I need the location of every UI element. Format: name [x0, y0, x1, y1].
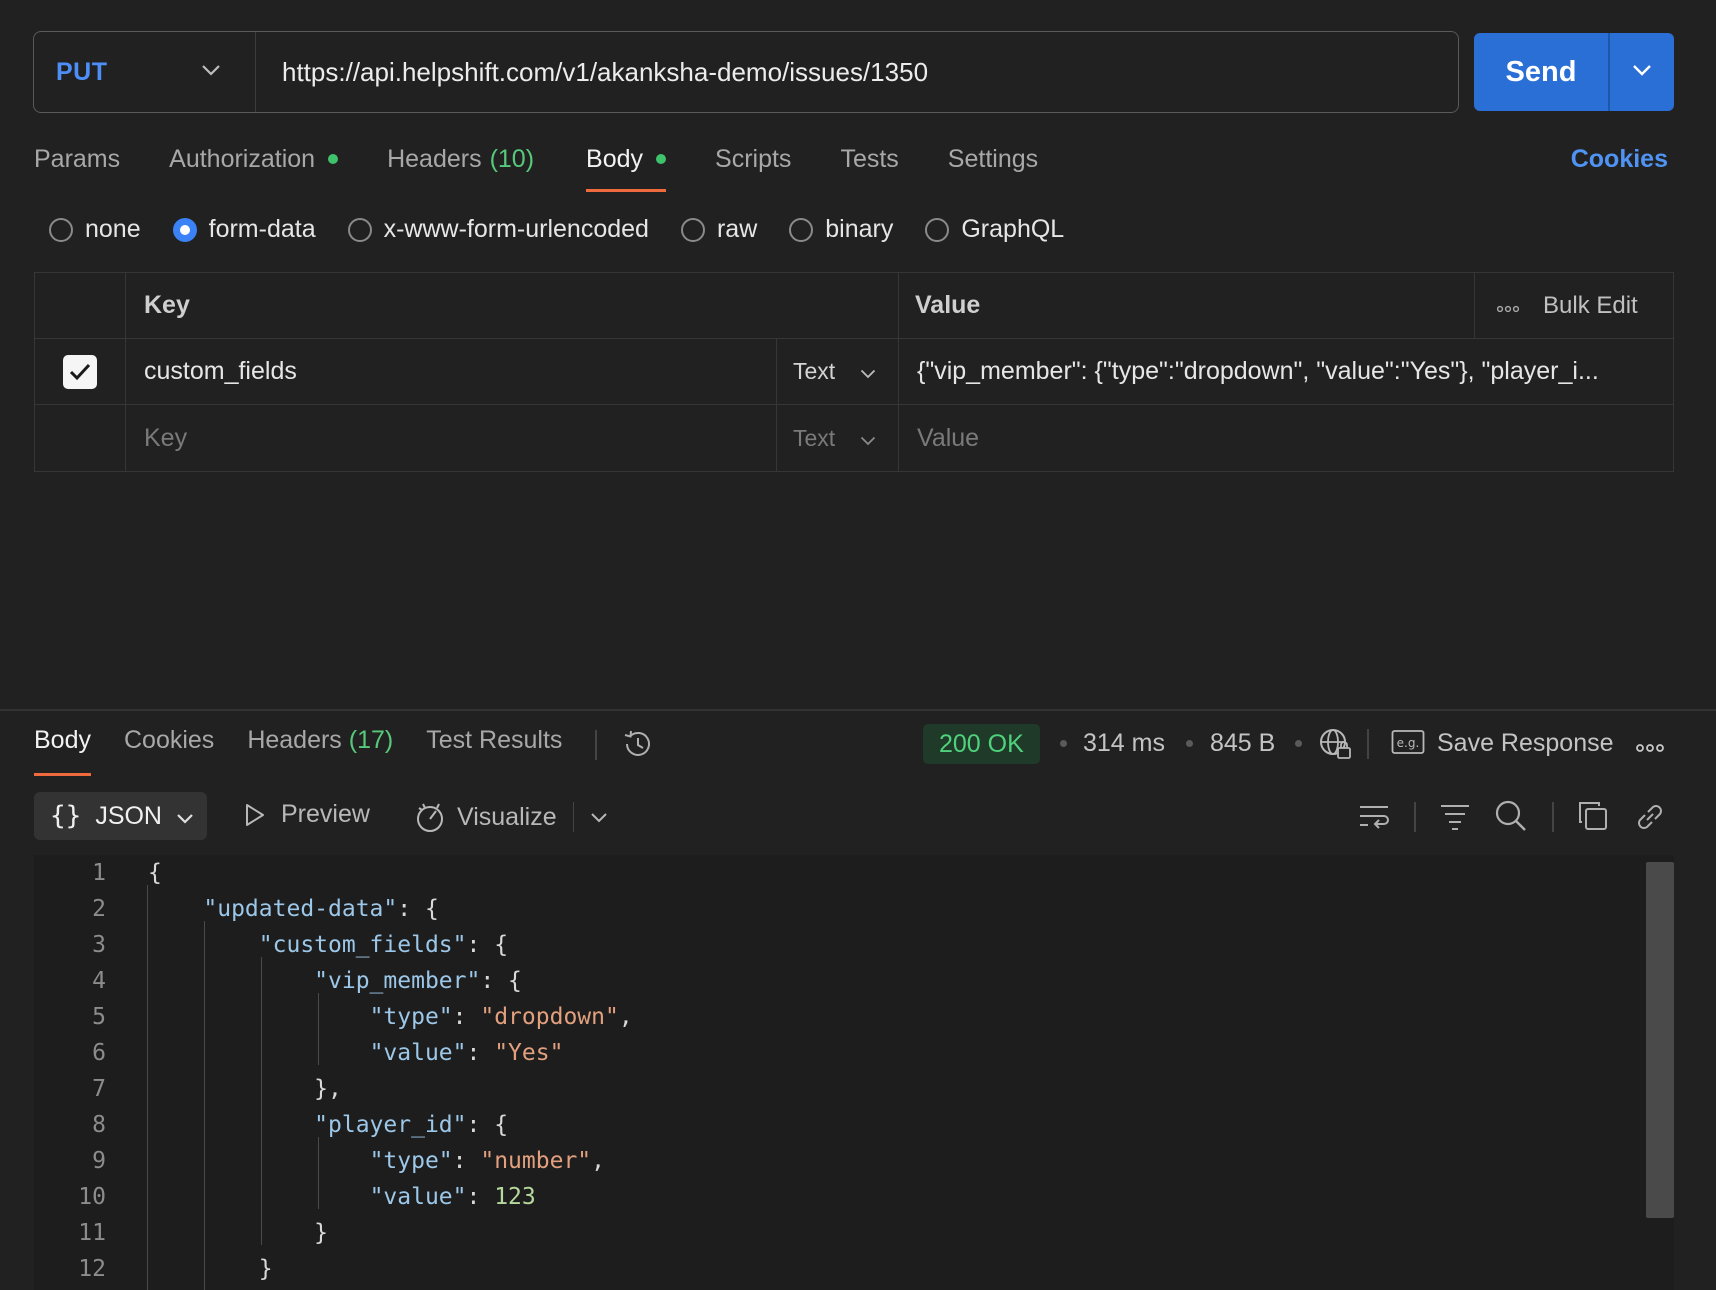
- indent-guide: [261, 957, 262, 1245]
- separator: [595, 730, 597, 760]
- body-type-radios: none form-data x-www-form-urlencoded raw…: [49, 215, 1096, 244]
- indent-guide: [318, 993, 319, 1065]
- preview-button[interactable]: Preview: [243, 800, 370, 829]
- tab-response-headers[interactable]: Headers (17): [247, 726, 393, 776]
- tab-body[interactable]: Body: [586, 140, 667, 192]
- send-button-group: Send: [1474, 33, 1674, 111]
- method-label: PUT: [56, 57, 108, 86]
- link-icon[interactable]: [1633, 800, 1667, 839]
- copy-icon[interactable]: [1577, 800, 1609, 837]
- search-icon[interactable]: [1494, 799, 1528, 838]
- bulk-edit-button[interactable]: Bulk Edit: [1543, 292, 1638, 320]
- method-select[interactable]: PUT: [34, 32, 256, 112]
- radio-binary[interactable]: binary: [789, 215, 893, 244]
- radio-raw[interactable]: raw: [680, 215, 757, 244]
- key-input[interactable]: Key: [126, 405, 777, 471]
- tab-params[interactable]: Params: [34, 140, 120, 192]
- tab-authorization[interactable]: Authorization: [169, 140, 339, 192]
- network-globe-icon[interactable]: [1318, 726, 1354, 767]
- radio-circle: [789, 217, 814, 242]
- chevron-down-icon: [1632, 63, 1652, 81]
- save-response-button[interactable]: Save Response: [1437, 729, 1614, 758]
- type-select[interactable]: Text: [777, 339, 899, 404]
- chevron-down-icon: [201, 63, 221, 81]
- request-tabs: Params Authorization Headers (10) Body Sc…: [34, 140, 1087, 192]
- radio-circle: [925, 217, 950, 242]
- cookies-link[interactable]: Cookies: [1571, 145, 1668, 174]
- response-tabs: Body Cookies Headers (17) Test Results: [34, 726, 655, 776]
- indent-guide: [204, 921, 205, 1290]
- key-field[interactable]: custom_fields: [126, 339, 777, 404]
- tab-headers[interactable]: Headers (10): [387, 140, 534, 192]
- value-input[interactable]: Value: [899, 405, 1673, 471]
- bulk-edit-area: Bulk Edit: [1475, 273, 1673, 338]
- radio-form-data[interactable]: form-data: [172, 215, 316, 244]
- chevron-down-icon[interactable]: [590, 812, 608, 823]
- request-url-bar: PUT https://api.helpshift.com/v1/akanksh…: [33, 31, 1459, 113]
- response-headers-count: (17): [348, 726, 394, 754]
- form-data-table: Key Value Bulk Edit custom_fields Text {…: [34, 272, 1674, 472]
- wrap-lines-icon[interactable]: [1358, 801, 1390, 836]
- visualize-button[interactable]: Visualize: [413, 800, 608, 834]
- indent-guide: [147, 885, 148, 1290]
- save-response-icon: e.g.: [1391, 729, 1425, 762]
- separator: [572, 802, 575, 832]
- response-scrollbar[interactable]: [1646, 862, 1674, 1218]
- separator: [1552, 802, 1554, 832]
- format-select[interactable]: {} JSON: [34, 792, 207, 840]
- separator-dot: [1060, 740, 1067, 747]
- url-input[interactable]: https://api.helpshift.com/v1/akanksha-de…: [256, 57, 928, 88]
- response-size[interactable]: 845 B: [1210, 729, 1275, 758]
- headers-count: (10): [489, 144, 535, 173]
- row-enabled-checkbox[interactable]: [63, 354, 97, 389]
- status-dot: [328, 154, 339, 164]
- tab-test-results[interactable]: Test Results: [426, 726, 562, 776]
- header-check-cell: [35, 273, 126, 338]
- radio-circle: [347, 217, 372, 242]
- history-icon[interactable]: [621, 727, 655, 768]
- separator-dot: [1186, 740, 1193, 747]
- visualize-icon: [413, 800, 447, 834]
- tab-response-body[interactable]: Body: [34, 726, 91, 776]
- separator: [1414, 802, 1416, 832]
- separator: [1367, 729, 1369, 759]
- table-row: custom_fields Text {"vip_member": {"type…: [35, 339, 1673, 405]
- chevron-down-icon: [176, 802, 194, 831]
- status-badge[interactable]: 200 OK: [923, 724, 1040, 764]
- more-options-icon[interactable]: [1496, 292, 1520, 320]
- status-dot: [656, 154, 667, 164]
- tab-tests[interactable]: Tests: [840, 140, 898, 192]
- tab-scripts[interactable]: Scripts: [715, 140, 791, 192]
- tab-settings[interactable]: Settings: [948, 140, 1038, 192]
- chevron-down-icon: [860, 358, 876, 385]
- radio-urlencoded[interactable]: x-www-form-urlencoded: [347, 215, 649, 244]
- row-check-cell: [35, 405, 126, 471]
- separator-dot: [1295, 740, 1302, 747]
- tab-response-cookies[interactable]: Cookies: [124, 726, 214, 776]
- filter-icon[interactable]: [1440, 802, 1470, 835]
- radio-circle: [172, 217, 197, 242]
- response-body-viewer[interactable]: 1{ 2 "updated-data": { 3 "custom_fields"…: [34, 855, 1674, 1290]
- send-button[interactable]: Send: [1474, 33, 1608, 111]
- pane-divider[interactable]: [0, 709, 1716, 711]
- send-options-button[interactable]: [1608, 33, 1674, 111]
- radio-none[interactable]: none: [49, 215, 141, 244]
- response-time[interactable]: 314 ms: [1083, 729, 1165, 758]
- row-check-cell: [35, 339, 126, 404]
- value-field[interactable]: {"vip_member": {"type":"dropdown", "valu…: [899, 339, 1673, 404]
- more-options-icon[interactable]: [1636, 740, 1664, 758]
- radio-circle: [680, 217, 705, 242]
- key-column-header: Key: [126, 273, 899, 338]
- type-select[interactable]: Text: [777, 405, 899, 471]
- indent-guide: [318, 1137, 319, 1209]
- radio-graphql[interactable]: GraphQL: [925, 215, 1064, 244]
- braces-icon: {}: [50, 801, 82, 831]
- chevron-down-icon: [860, 425, 876, 452]
- value-column-header: Value: [899, 273, 1475, 338]
- svg-text:e.g.: e.g.: [1397, 736, 1420, 750]
- radio-circle: [49, 217, 73, 242]
- table-header-row: Key Value Bulk Edit: [35, 273, 1673, 339]
- table-row: Key Text Value: [35, 405, 1673, 471]
- play-icon: [243, 802, 267, 828]
